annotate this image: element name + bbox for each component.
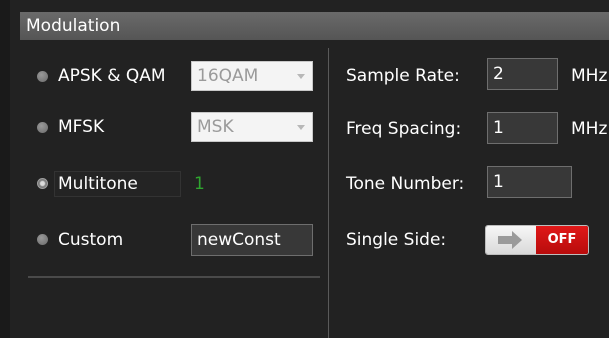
modulation-panel: Modulation APSK & QAM 16QAM MFSK MSK Mul… <box>0 0 609 338</box>
radio-multitone[interactable] <box>37 178 48 189</box>
column-divider <box>328 48 329 338</box>
freq-spacing-unit: MHz <box>571 119 608 139</box>
sample-rate-label: Sample Rate: <box>346 66 460 86</box>
freq-spacing-input[interactable]: 1 <box>487 112 558 144</box>
radio-label-multitone[interactable]: Multitone <box>58 174 138 194</box>
radio-apsk-qam[interactable] <box>37 71 48 82</box>
custom-constellation-field[interactable]: newConst <box>191 224 313 256</box>
radio-label-mfsk[interactable]: MFSK <box>58 117 104 137</box>
freq-spacing-label: Freq Spacing: <box>346 119 462 139</box>
toggle-knob[interactable] <box>486 226 536 254</box>
apsk-qam-dropdown-value: 16QAM <box>197 66 259 86</box>
single-side-toggle[interactable]: OFF <box>485 225 589 255</box>
mfsk-dropdown[interactable]: MSK <box>191 112 313 142</box>
tone-number-input[interactable]: 1 <box>487 166 572 198</box>
toggle-state-label: OFF <box>536 226 588 254</box>
radio-label-custom[interactable]: Custom <box>58 230 123 250</box>
radio-label-apsk-qam[interactable]: APSK & QAM <box>58 66 166 86</box>
radio-mfsk[interactable] <box>37 122 48 133</box>
radio-custom[interactable] <box>37 234 48 245</box>
chevron-down-icon <box>297 74 305 79</box>
sample-rate-input[interactable]: 2 <box>487 58 558 90</box>
chevron-down-icon <box>297 125 305 130</box>
mfsk-dropdown-value: MSK <box>197 117 234 137</box>
section-divider <box>28 276 320 278</box>
arrow-right-icon <box>498 231 522 249</box>
multitone-count: 1 <box>194 174 205 194</box>
panel-title: Modulation <box>20 12 609 40</box>
apsk-qam-dropdown[interactable]: 16QAM <box>191 61 313 91</box>
single-side-label: Single Side: <box>346 230 447 250</box>
tone-number-label: Tone Number: <box>346 174 465 194</box>
sample-rate-unit: MHz <box>571 66 608 86</box>
